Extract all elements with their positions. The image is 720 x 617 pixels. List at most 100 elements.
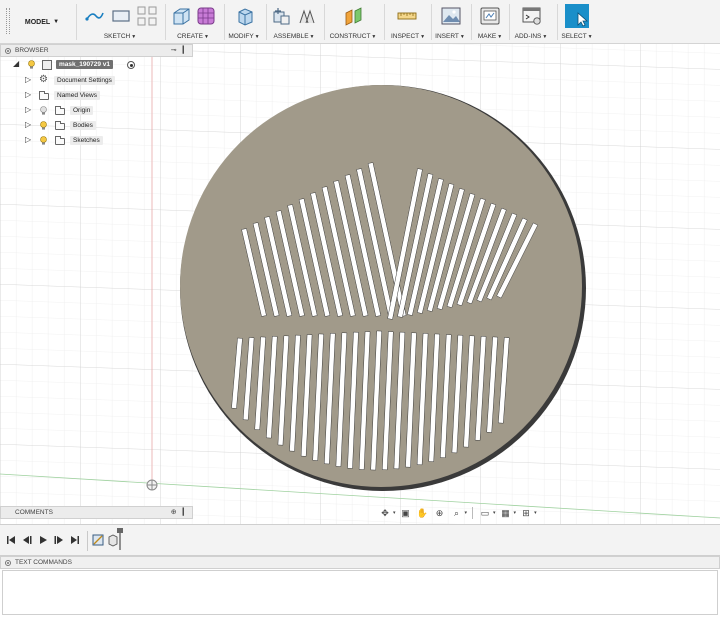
toolbar-group-construct: CONSTRUCT▼	[326, 0, 382, 44]
comments-header[interactable]: COMMENTS ⊕ ▎	[0, 506, 193, 519]
visibility-bulb-icon[interactable]	[40, 136, 47, 145]
chevron-down-icon: ▼	[53, 19, 60, 25]
display-settings-icon[interactable]: ▭	[478, 507, 492, 519]
chevron-down-icon: ▼	[497, 34, 503, 40]
chevron-down-icon[interactable]: ▾	[393, 510, 396, 516]
zoom-icon[interactable]: ⊕	[433, 507, 447, 519]
go-to-start-icon[interactable]	[6, 535, 16, 545]
joint-icon[interactable]	[296, 5, 318, 27]
comments-panel: COMMENTS ⊕ ▎	[0, 506, 193, 520]
chevron-down-icon[interactable]: ▾	[514, 510, 517, 516]
folder-icon	[55, 106, 65, 115]
browser-item-document-settings[interactable]: ▷ ⚙ Document Settings	[0, 73, 193, 88]
root-component-label[interactable]: mask_190729 v1	[56, 60, 113, 69]
add-comment-icon[interactable]: ⊕	[171, 508, 177, 516]
toolbar-group-sketch: SKETCH▼	[80, 0, 164, 44]
select-arrow-icon[interactable]	[565, 4, 589, 28]
expand-triangle-icon[interactable]: ▷	[25, 105, 31, 114]
collapse-panel-icon[interactable]	[5, 47, 11, 54]
main-toolbar: MODEL ▼ SKETCH▼ CREATE▼ MODIFY▼ ASSEMBLE…	[0, 0, 720, 44]
toolbar-divider	[76, 4, 77, 40]
visibility-bulb-icon[interactable]	[28, 60, 35, 69]
create-menu[interactable]: CREATE▼	[177, 33, 209, 40]
construct-menu[interactable]: CONSTRUCT▼	[330, 33, 377, 40]
workspace-switcher[interactable]: MODEL ▼	[14, 0, 70, 44]
select-menu[interactable]: SELECT▼	[561, 33, 592, 40]
assemble-menu[interactable]: ASSEMBLE▼	[274, 33, 315, 40]
orbit-icon[interactable]: ✥	[378, 507, 392, 519]
toolbar-group-modify: MODIFY▼	[226, 0, 264, 44]
new-component-icon[interactable]	[270, 5, 292, 27]
press-pull-icon[interactable]	[234, 5, 256, 27]
step-forward-icon[interactable]	[54, 535, 64, 545]
sketch-menu[interactable]: SKETCH▼	[104, 33, 136, 40]
modify-label: MODIFY	[228, 33, 254, 40]
visibility-bulb-icon[interactable]	[40, 121, 47, 130]
chevron-down-icon[interactable]: ▾	[493, 510, 496, 516]
chevron-down-icon[interactable]: ▾	[534, 510, 537, 516]
expand-triangle-icon[interactable]: ▷	[25, 90, 31, 99]
inspect-menu[interactable]: INSPECT▼	[391, 33, 425, 40]
panel-toggle-icon[interactable]: ▎	[183, 46, 188, 54]
timeline-marker-handle[interactable]	[116, 527, 124, 551]
document-icon	[42, 60, 52, 70]
mask-body[interactable]	[180, 85, 586, 491]
look-at-icon[interactable]: ▣	[399, 507, 413, 519]
expand-triangle-icon[interactable]: ▷	[25, 75, 31, 84]
toolbar-grip-2[interactable]	[9, 8, 11, 34]
text-commands-header[interactable]: TEXT COMMANDS	[0, 556, 720, 569]
expand-triangle-icon[interactable]: ▷	[25, 135, 31, 144]
folder-icon	[39, 91, 49, 100]
pin-icon[interactable]: ⊸	[171, 46, 177, 54]
browser-header[interactable]: BROWSER ⊸ ▎	[0, 44, 193, 57]
grid-settings-icon[interactable]: ▦	[499, 507, 513, 519]
chevron-down-icon: ▼	[459, 34, 465, 40]
insert-menu[interactable]: INSERT▼	[435, 33, 465, 40]
modify-menu[interactable]: MODIFY▼	[228, 33, 259, 40]
toolbar-divider	[557, 4, 558, 40]
expand-triangle-icon[interactable]: ◢	[13, 59, 19, 68]
text-commands-output[interactable]	[2, 570, 718, 615]
create-sketch-icon[interactable]	[84, 5, 106, 27]
navigation-bar: ✥ ▾ ▣ ✋ ⊕ ⌕ ▾ ▭ ▾ ▦ ▾ ⊞ ▾	[378, 506, 537, 520]
expand-triangle-icon[interactable]: ▷	[25, 120, 31, 129]
chevron-down-icon[interactable]: ▾	[465, 510, 468, 516]
panel-toggle-icon[interactable]: ▎	[183, 508, 188, 516]
browser-item-sketches[interactable]: ▷ Sketches	[0, 133, 193, 148]
toolbar-grip[interactable]	[6, 8, 8, 34]
fit-zoom-icon[interactable]: ⌕	[450, 507, 464, 519]
toolbar-divider	[324, 4, 325, 40]
extrude-icon[interactable]	[170, 5, 192, 27]
timeline-sketch-feature-icon[interactable]	[92, 533, 104, 547]
addins-menu[interactable]: ADD-INS▼	[515, 33, 548, 40]
browser-item-named-views[interactable]: ▷ Named Views	[0, 88, 193, 103]
viewports-icon[interactable]: ⊞	[519, 507, 533, 519]
scripts-addins-icon[interactable]	[521, 5, 543, 27]
3d-print-icon[interactable]	[479, 5, 501, 27]
sketch-label: SKETCH	[103, 33, 131, 40]
insert-image-icon[interactable]	[440, 5, 462, 27]
toolbar-divider	[224, 4, 225, 40]
toolbar-group-insert: INSERT▼	[433, 0, 469, 44]
browser-root-row[interactable]: ◢ mask_190729 v1	[0, 57, 193, 73]
mask-face[interactable]	[180, 85, 582, 487]
insert-label: INSERT	[435, 33, 459, 40]
toolbar-divider	[384, 4, 385, 40]
make-menu[interactable]: MAKE▼	[478, 33, 502, 40]
visibility-bulb-off-icon[interactable]	[40, 106, 47, 115]
browser-item-origin[interactable]: ▷ Origin	[0, 103, 193, 118]
rectangle-icon[interactable]	[110, 5, 132, 27]
play-icon[interactable]	[38, 535, 48, 545]
stop-sketch-icon[interactable]	[136, 5, 158, 27]
workspace-label: MODEL	[24, 18, 51, 26]
create-label: CREATE	[177, 33, 203, 40]
pan-hand-icon[interactable]: ✋	[416, 507, 430, 519]
collapse-panel-icon[interactable]	[5, 559, 11, 566]
form-icon[interactable]	[195, 5, 217, 27]
browser-item-bodies[interactable]: ▷ Bodies	[0, 118, 193, 133]
step-back-icon[interactable]	[22, 535, 32, 545]
measure-icon[interactable]	[396, 5, 418, 27]
offset-plane-icon[interactable]	[343, 5, 365, 27]
go-to-end-icon[interactable]	[70, 535, 80, 545]
activate-radio-icon[interactable]	[127, 61, 135, 69]
